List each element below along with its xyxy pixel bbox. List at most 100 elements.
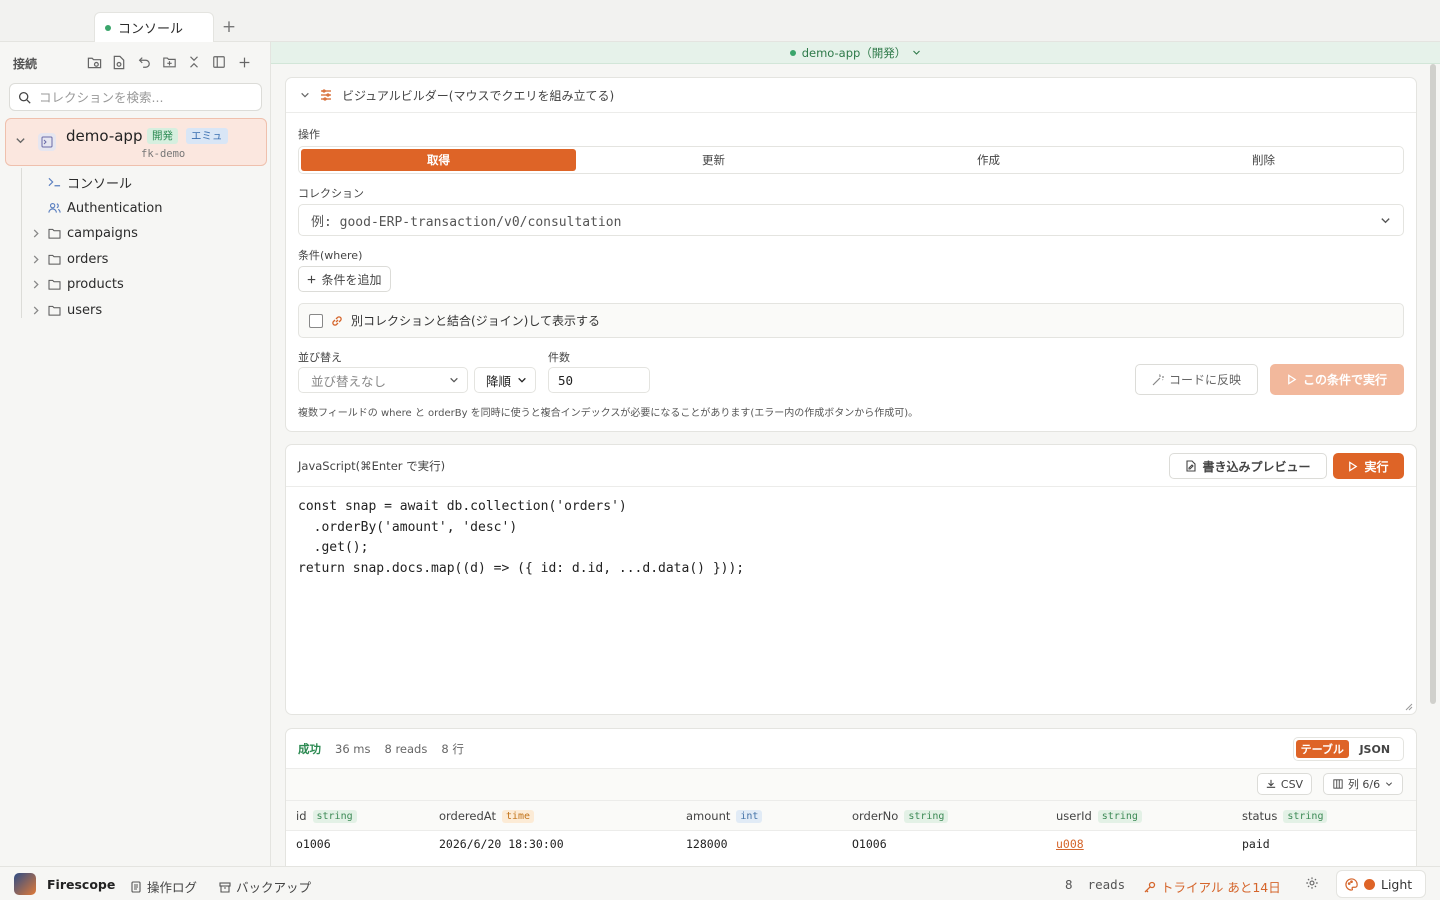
column-name: orderNo — [852, 809, 899, 823]
chevron-right-icon[interactable] — [30, 228, 42, 238]
operation-segmented-control: 取得 更新 作成 削除 — [298, 146, 1404, 174]
undo-icon[interactable] — [136, 54, 152, 70]
sort-order-select[interactable]: 降順 — [474, 367, 536, 393]
result-status: 成功 — [298, 741, 321, 756]
plus-icon — [308, 275, 316, 283]
type-badge: string — [904, 809, 949, 823]
sidebar-item-label: Authentication — [67, 200, 163, 216]
columns-button[interactable]: 列 6/6 — [1323, 773, 1403, 795]
log-icon — [131, 880, 141, 893]
app-logo-icon — [14, 873, 36, 895]
app-name: Firescope — [47, 877, 116, 892]
operation-update[interactable]: 更新 — [576, 149, 851, 171]
tree-guide — [21, 168, 22, 318]
main-scrollbar[interactable] — [1430, 64, 1436, 704]
connection-name: demo-app — [66, 127, 143, 145]
operation-delete[interactable]: 削除 — [1126, 149, 1401, 171]
database-icon — [38, 133, 56, 151]
folder-icon — [48, 254, 61, 265]
view-json-button[interactable]: JSON — [1349, 740, 1402, 758]
collapse-all-icon[interactable] — [186, 54, 202, 70]
code-editor[interactable]: const snap = await db.collection('orders… — [298, 497, 744, 580]
sidebar-item-label: users — [67, 302, 103, 318]
operation-get[interactable]: 取得 — [301, 149, 576, 171]
run-with-conditions-button[interactable]: この条件で実行 — [1270, 364, 1404, 395]
sort-field-select[interactable]: 並び替えなし — [298, 367, 468, 393]
add-condition-button[interactable]: 条件を追加 — [298, 266, 391, 292]
collection-search — [9, 83, 262, 111]
run-button[interactable]: 実行 — [1333, 453, 1404, 479]
operation-log-button[interactable]: 操作ログ — [130, 877, 197, 896]
document-edit-icon — [1186, 460, 1197, 472]
column-header-status[interactable]: status string — [1242, 809, 1328, 823]
folder-icon — [48, 279, 61, 290]
sidebar-item-orders[interactable]: orders — [30, 248, 108, 270]
column-header-amount[interactable]: amount int — [686, 809, 763, 823]
write-preview-button[interactable]: 書き込みプレビュー — [1169, 453, 1327, 479]
chevron-right-icon[interactable] — [30, 279, 42, 289]
columns-label: 列 6/6 — [1347, 778, 1381, 791]
sidebar-item-label: products — [67, 276, 124, 292]
sidebar-item-authentication[interactable]: Authentication — [30, 197, 162, 219]
sidebar-item-console[interactable]: コンソール — [30, 171, 132, 193]
column-header-id[interactable]: id string — [296, 809, 357, 823]
collection-select[interactable]: 例: good-ERP-transaction/v0/consultation — [298, 204, 1404, 236]
trial-button[interactable]: トライアル あと14日 — [1144, 877, 1281, 896]
new-tab-button[interactable]: + — [220, 17, 238, 37]
tab-console[interactable]: コンソール — [94, 12, 214, 42]
sort-field-value: 並び替えなし — [311, 373, 387, 389]
sidebar: 接続 demo-app 開発 エミュ fk-demo コンソール Authent… — [0, 42, 271, 866]
sidebar-toolbar — [86, 54, 252, 70]
theme-label: Light — [1381, 876, 1413, 892]
key-icon — [1144, 881, 1156, 892]
editor-title: JavaScript(⌘Enter で実行) — [298, 458, 446, 473]
run-label: 実行 — [1364, 459, 1389, 474]
add-connection-icon[interactable] — [236, 54, 252, 70]
view-toggle: テーブル JSON — [1293, 737, 1404, 761]
tab-bar: コンソール + — [0, 0, 1440, 42]
limit-input[interactable]: 50 — [548, 367, 650, 393]
sort-order-value: 降順 — [486, 373, 512, 389]
backup-button[interactable]: バックアップ — [219, 877, 311, 896]
column-header-userId[interactable]: userId string — [1056, 809, 1142, 823]
column-header-orderedAt[interactable]: orderedAt time — [439, 809, 535, 823]
search-input[interactable] — [39, 89, 249, 105]
folder-icon — [48, 228, 61, 239]
csv-export-button[interactable]: CSV — [1257, 773, 1312, 795]
resize-handle-icon[interactable] — [1405, 703, 1413, 711]
connection-bar[interactable]: demo-app（開発） — [271, 42, 1440, 64]
settings-icon[interactable] — [1305, 876, 1319, 890]
chevron-right-icon[interactable] — [30, 254, 42, 264]
connection-status-dot — [105, 24, 111, 31]
view-table-button[interactable]: テーブル — [1296, 740, 1349, 758]
new-document-icon[interactable] — [111, 54, 127, 70]
chevron-right-icon[interactable] — [30, 305, 42, 315]
play-icon — [1288, 374, 1297, 385]
reflect-to-code-button[interactable]: コードに反映 — [1135, 364, 1258, 395]
users-icon — [48, 202, 61, 214]
operation-create[interactable]: 作成 — [851, 149, 1126, 171]
connection-item[interactable]: demo-app 開発 エミュ fk-demo — [5, 118, 267, 166]
chevron-down-icon[interactable] — [15, 135, 26, 146]
play-icon — [1349, 460, 1358, 472]
visual-builder-header[interactable]: ビジュアルビルダー(マウスでクエリを組み立てる) — [286, 78, 1416, 113]
sidebar-item-products[interactable]: products — [30, 273, 124, 295]
chevron-down-icon[interactable] — [300, 90, 310, 100]
trial-label: トライアル あと14日 — [1161, 880, 1281, 895]
new-folder-search-icon[interactable] — [86, 54, 102, 70]
join-checkbox[interactable] — [309, 313, 323, 328]
sidebar-item-campaigns[interactable]: campaigns — [30, 222, 138, 244]
theme-toggle-button[interactable]: Light — [1336, 870, 1426, 898]
sidebar-item-users[interactable]: users — [30, 299, 102, 321]
theme-switch-dot — [1364, 878, 1375, 890]
search-icon — [18, 91, 31, 104]
add-folder-icon[interactable] — [161, 54, 177, 70]
reflect-to-code-label: コードに反映 — [1168, 373, 1241, 387]
type-badge: int — [736, 809, 763, 823]
column-header-orderNo[interactable]: orderNo string — [852, 809, 949, 823]
toggle-panel-icon[interactable] — [211, 54, 227, 70]
results-header: 成功 36 ms 8 reads 8 行 — [286, 729, 1416, 769]
palette-icon — [1345, 877, 1358, 891]
write-preview-label: 書き込みプレビュー — [1202, 459, 1311, 474]
cell-userId-link[interactable]: u008 — [1056, 837, 1084, 851]
